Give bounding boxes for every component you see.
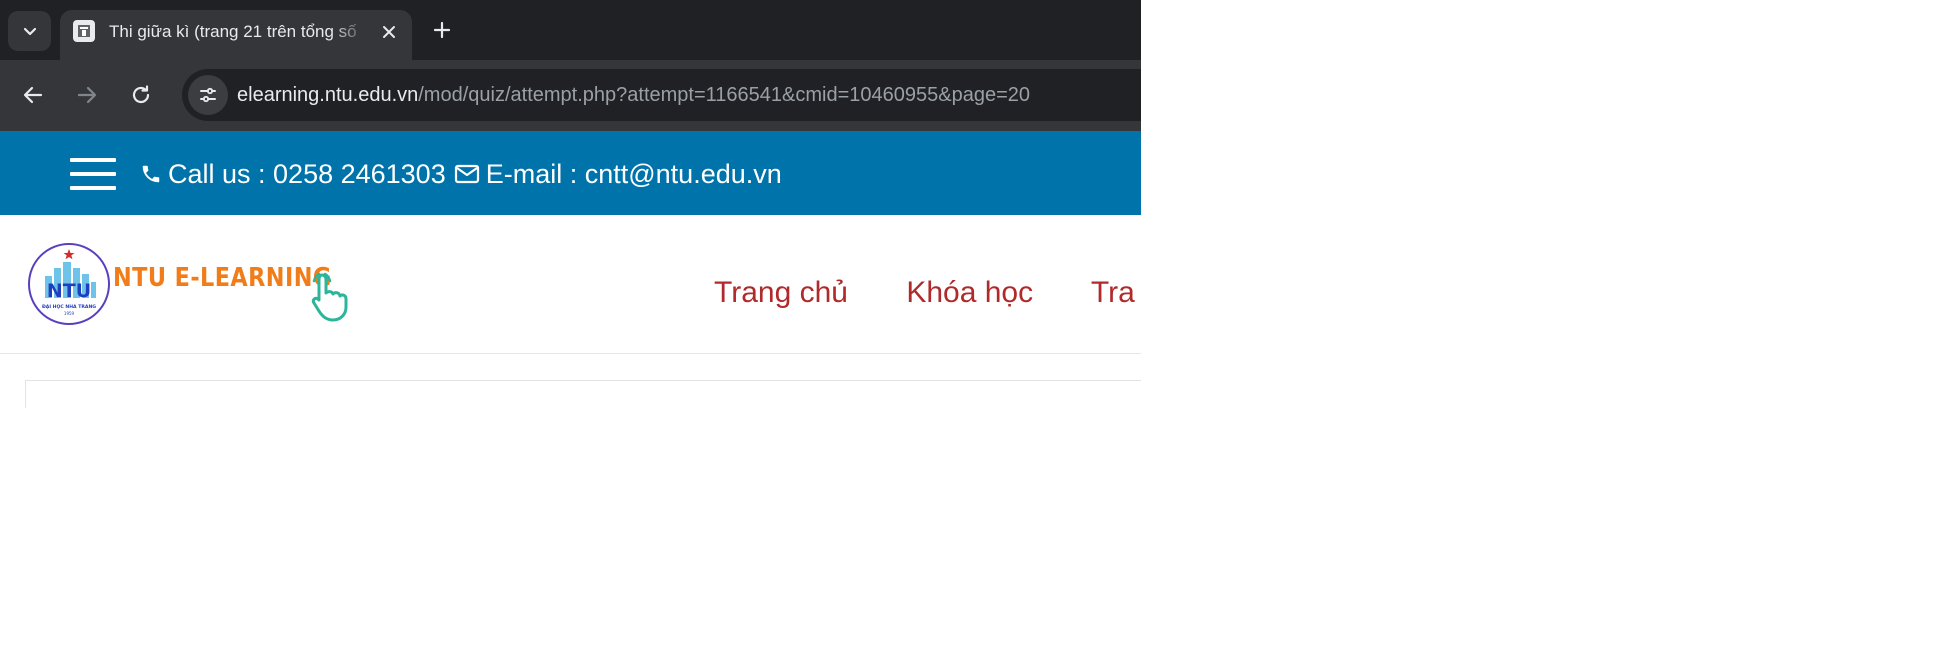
hamburger-icon[interactable] (70, 158, 116, 190)
nav-courses[interactable]: Khóa học (906, 276, 1033, 309)
browser-toolbar: elearning.ntu.edu.vn/mod/quiz/attempt.ph… (0, 60, 1141, 131)
site-info-button[interactable] (188, 75, 228, 115)
main-nav: Trang chủ Khóa học Tra (714, 273, 1141, 313)
site-topbar: Call us : 0258 2461303 E-mail : cntt@ntu… (0, 131, 1141, 215)
browser-tab-active[interactable]: Thi giữa kì (trang 21 trên tổng số (60, 10, 412, 60)
contact-info: Call us : 0258 2461303 E-mail : cntt@ntu… (140, 157, 782, 191)
call-us-text: Call us : 0258 2461303 (168, 159, 446, 189)
svg-text:ĐẠI HỌC NHA TRANG: ĐẠI HỌC NHA TRANG (42, 304, 96, 310)
tab-title: Thi giữa kì (trang 21 trên tổng số (109, 22, 357, 41)
brand-name[interactable]: NTU E-LEARNING (113, 263, 332, 293)
arrow-left-icon (23, 86, 43, 104)
email-link[interactable]: E-mail : cntt@ntu.edu.vn (486, 157, 782, 191)
svg-text:NTU: NTU (47, 280, 91, 302)
phone-icon (140, 163, 162, 185)
ntu-logo[interactable]: NTU ĐẠI HỌC NHA TRANG 1959 (27, 242, 111, 326)
url-text[interactable]: elearning.ntu.edu.vn/mod/quiz/attempt.ph… (237, 83, 1030, 107)
url-host: elearning.ntu.edu.vn (237, 84, 419, 106)
reload-icon (132, 85, 150, 104)
tab-search-button[interactable] (8, 11, 51, 51)
forward-button[interactable] (68, 76, 106, 114)
reload-button[interactable] (122, 76, 160, 114)
tab-close-button[interactable] (375, 18, 403, 46)
nav-home[interactable]: Trang chủ (714, 276, 848, 309)
tune-icon (200, 87, 216, 103)
screen: Thi giữa kì (trang 21 trên tổng số elear… (0, 0, 1141, 408)
new-tab-button[interactable] (425, 13, 459, 47)
back-button[interactable] (14, 76, 52, 114)
arrow-right-icon (77, 86, 97, 104)
url-path: /mod/quiz/attempt.php?attempt=1166541&cm… (418, 84, 1031, 106)
nav-item-truncated[interactable]: Tra (1091, 276, 1135, 309)
close-icon (383, 26, 395, 38)
plus-icon (433, 21, 451, 39)
envelope-icon (454, 163, 480, 185)
quiz-content-region (25, 380, 1141, 408)
site-header: NTU ĐẠI HỌC NHA TRANG 1959 NTU E-LEARNIN… (0, 215, 1141, 354)
address-bar[interactable]: elearning.ntu.edu.vn/mod/quiz/attempt.ph… (182, 69, 1141, 121)
browser-tabstrip: Thi giữa kì (trang 21 trên tổng số (0, 0, 1141, 60)
svg-text:1959: 1959 (64, 311, 75, 316)
tab-favicon-icon (73, 20, 95, 42)
chevron-down-icon (23, 27, 36, 36)
pointer-hand-icon (311, 272, 348, 322)
